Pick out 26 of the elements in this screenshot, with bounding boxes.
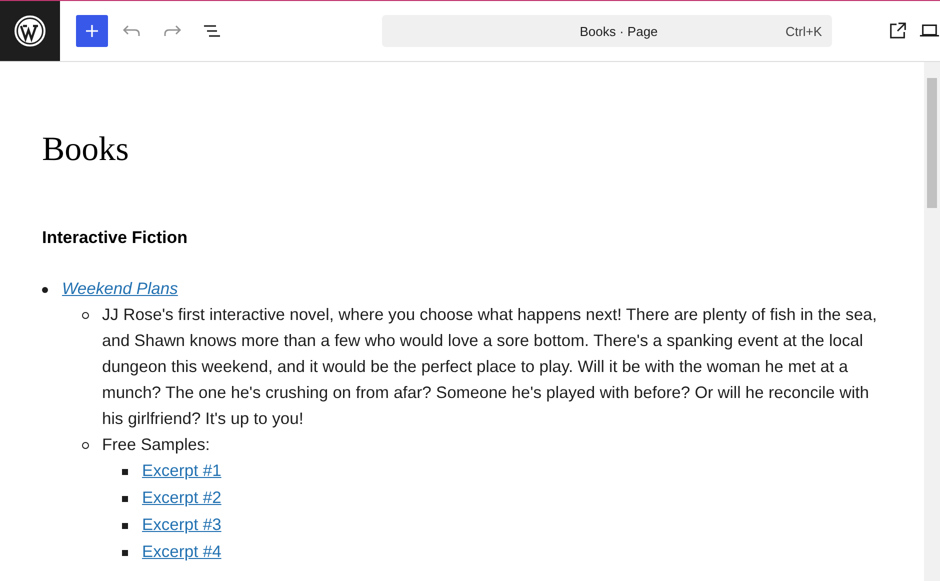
bullet-icon [122, 468, 128, 474]
list-link[interactable]: Excerpt #3 [142, 512, 222, 538]
bullet-icon [122, 522, 128, 528]
scrollbar-thumb[interactable] [927, 78, 937, 208]
command-bar[interactable]: Books · Page Ctrl+K [382, 15, 832, 47]
list-link[interactable]: Excerpt #2 [142, 485, 222, 511]
list-text: JJ Rose's first interactive novel, where you choose what happens next! There are plenty of fish in the sea, and Shawn knows more than a few who would love a sore bottom. There's a spanking event at the local dungeon this weekend, and it would be the perfect place to play. Will it be with the woman he met at a munch? The one he's crushing on from afar? Someone he's played with before? Or will he reconcile with his girlfriend? It's up to you! [102, 304, 878, 430]
plus-icon [84, 23, 100, 39]
undo-icon [122, 23, 142, 39]
wordpress-logo[interactable] [0, 1, 60, 61]
bullet-icon [82, 312, 89, 319]
external-link-icon[interactable] [888, 21, 908, 41]
section-heading[interactable]: Interactive Fiction [42, 228, 882, 248]
list-link[interactable]: Excerpt #4 [142, 539, 222, 565]
bullet-icon [82, 442, 89, 449]
list-text: Free Samples: [102, 434, 211, 456]
bullet-icon [122, 496, 128, 502]
page-title[interactable]: Books [42, 132, 882, 168]
list-link[interactable]: Excerpt #1 [142, 458, 222, 484]
bullet-icon [122, 550, 128, 556]
list-link[interactable]: Weekend Plans [62, 276, 178, 302]
bullet-icon [42, 286, 48, 292]
scrollbar[interactable] [924, 62, 940, 581]
list-view-icon [202, 23, 222, 39]
add-block-button[interactable] [76, 15, 108, 47]
redo-icon [162, 23, 182, 39]
